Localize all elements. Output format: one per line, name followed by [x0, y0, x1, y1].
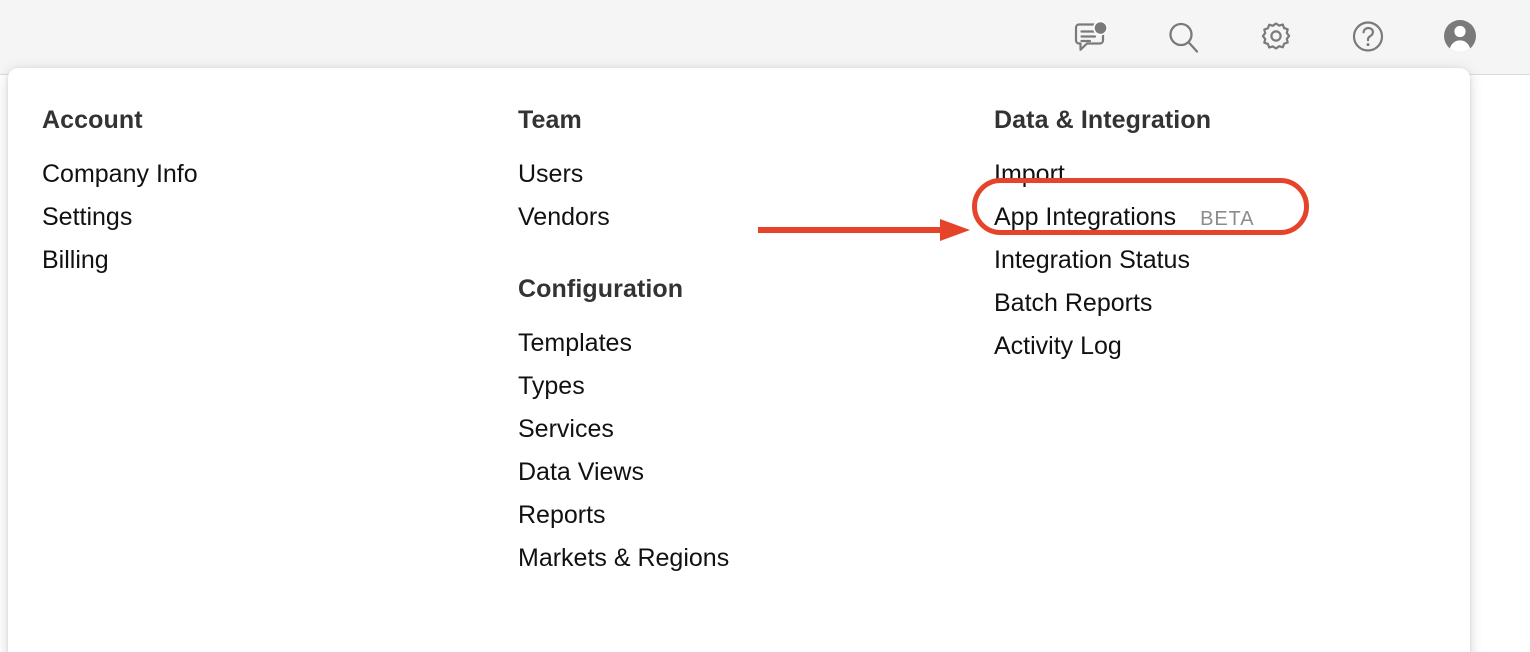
menu-item-services[interactable]: Services	[518, 408, 614, 451]
menu-item-settings[interactable]: Settings	[42, 196, 132, 239]
menu-column-team: Team Users Vendors Configuration Templat…	[518, 108, 938, 580]
menu-item-integration-status[interactable]: Integration Status	[994, 239, 1190, 282]
menu-item-batch-reports[interactable]: Batch Reports	[994, 282, 1152, 325]
menu-item-templates[interactable]: Templates	[518, 322, 632, 365]
menu-column-data-integration: Data & Integration Import App Integratio…	[972, 106, 1414, 368]
group-heading-team: Team	[518, 106, 582, 134]
avatar[interactable]	[1438, 16, 1482, 60]
menu-item-data-views[interactable]: Data Views	[518, 451, 644, 494]
menu-item-markets-regions[interactable]: Markets & Regions	[518, 537, 729, 580]
notification-badge-dot	[1094, 21, 1107, 34]
search-icon[interactable]	[1162, 16, 1206, 60]
menu-item-activity-log[interactable]: Activity Log	[994, 325, 1122, 368]
menu-item-vendors[interactable]: Vendors	[518, 196, 610, 239]
beta-badge: BETA	[1200, 208, 1255, 230]
messages-icon[interactable]	[1070, 16, 1114, 60]
menu-item-import[interactable]: Import	[994, 153, 1065, 196]
group-heading-configuration: Configuration	[518, 275, 684, 303]
menu-item-company-info[interactable]: Company Info	[42, 153, 198, 196]
menu-column-account: Account Company Info Settings Billing	[42, 108, 462, 282]
app-screen: Account Company Info Settings Billing Te…	[0, 0, 1530, 652]
menu-item-reports[interactable]: Reports	[518, 494, 606, 537]
menu-item-types[interactable]: Types	[518, 365, 585, 408]
highlighted-menu-item-wrapper: App Integrations BETA	[972, 178, 1309, 239]
group-heading-account: Account	[42, 106, 143, 134]
top-app-bar	[0, 0, 1530, 75]
menu-item-billing[interactable]: Billing	[42, 239, 109, 282]
group-heading-data-integration: Data & Integration	[994, 106, 1212, 134]
menu-item-users[interactable]: Users	[518, 153, 583, 196]
help-icon[interactable]	[1346, 16, 1390, 60]
menu-columns: Account Company Info Settings Billing Te…	[8, 68, 1470, 652]
gear-icon[interactable]	[1254, 16, 1298, 60]
topbar-icon-group	[1070, 0, 1482, 75]
navigation-dropdown-panel: Account Company Info Settings Billing Te…	[8, 68, 1470, 652]
menu-item-app-integrations[interactable]: App Integrations BETA	[994, 196, 1254, 239]
menu-item-app-integrations-label: App Integrations	[994, 203, 1177, 231]
